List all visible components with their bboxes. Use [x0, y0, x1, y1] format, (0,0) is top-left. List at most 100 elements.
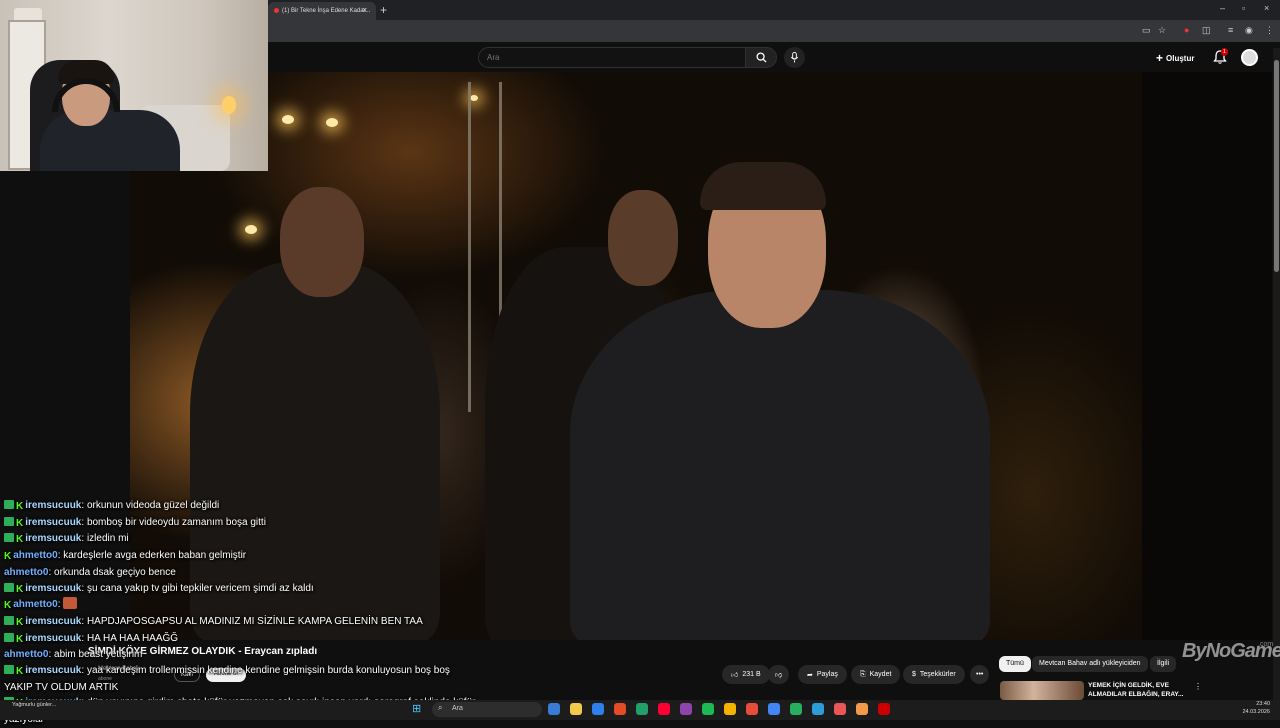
chat-username[interactable]: iremsucuuk: [25, 633, 81, 644]
taskbar-app-icon[interactable]: [592, 703, 604, 715]
recommended-video-title[interactable]: YEMEK İÇİN GELDİK, EVE ALMADILAR ELBAĞIN…: [1088, 681, 1184, 700]
chat-message: Kiremsucuuk: bomboş bir videoydu zamanım…: [4, 515, 484, 532]
video-side-area: [1142, 72, 1272, 640]
chat-text: orkunda dsak geçiyo bence: [54, 566, 176, 578]
voice-search-button[interactable]: [784, 47, 805, 68]
kick-badge-icon: K: [4, 551, 12, 563]
taskbar-app-icon[interactable]: [790, 703, 802, 715]
bookmark-star-icon[interactable]: ☆: [1158, 25, 1166, 36]
tab-close-button[interactable]: ×: [362, 5, 367, 15]
taskbar-app-icon[interactable]: [878, 703, 890, 715]
clock-time[interactable]: 23:40: [1240, 701, 1270, 707]
chat-message: ahmetto0: orkunda dsak geçiyo bence: [4, 565, 484, 581]
kick-badge-icon: K: [16, 666, 24, 678]
scrollbar-thumb[interactable]: [1274, 60, 1279, 272]
like-button[interactable]: 👍︎ 231 B: [722, 665, 770, 684]
taskbar-search-label: Ara: [452, 705, 463, 712]
extension-icon[interactable]: ●: [1184, 25, 1189, 35]
chat-message: Kiremsucuuk: şu cana yakıp tv gibi tepki…: [4, 581, 484, 598]
taskbar-app-icon[interactable]: [548, 703, 560, 715]
chat-text: HAPDJAPOSGAPSU AL MADINIZ MI SİZİNLE KAM…: [86, 615, 423, 627]
chat-text: kardeşlerle avga ederken baban gelmiştir: [63, 550, 247, 562]
street-light: [245, 225, 257, 234]
taskbar-app-icon[interactable]: [856, 703, 868, 715]
chat-username[interactable]: ahmetto0: [4, 649, 48, 660]
kick-badge-icon: K: [4, 600, 12, 612]
chat-message: Kahmetto0: kardeşlerle avga ederken baba…: [4, 548, 484, 565]
taskbar-app-icon[interactable]: [768, 703, 780, 715]
subscriber-badge-icon: [4, 500, 14, 509]
chat-username[interactable]: ahmetto0: [13, 550, 57, 561]
kebab-menu-icon[interactable]: ⋮: [1194, 682, 1202, 691]
taskbar-search[interactable]: Ara: [432, 702, 542, 717]
share-icon: ➦: [807, 671, 813, 679]
chip-all[interactable]: Tümü: [999, 656, 1031, 672]
taskbar-app-icon[interactable]: [658, 703, 670, 715]
dislike-button[interactable]: 👎︎: [768, 665, 790, 684]
chip-uploader[interactable]: Mevtcan Bahav adlı yükleyiciden: [1032, 656, 1148, 672]
maximize-button[interactable]: ▫: [1242, 3, 1245, 13]
street-light: [326, 118, 338, 127]
taskbar-app-icon[interactable]: [746, 703, 758, 715]
webcam-streamer-body: [40, 110, 180, 171]
share-button[interactable]: ➦ Paylaş: [798, 665, 847, 684]
super-thanks-icon: $: [912, 671, 916, 678]
bookmark-icon: ⎘: [860, 670, 866, 678]
browser-tab[interactable]: (1) Bir Tekne İnşa Edene Kadar...: [268, 2, 376, 20]
subscriber-badge-icon: [4, 533, 14, 543]
kick-badge-icon: K: [16, 583, 24, 595]
chat-username[interactable]: ahmetto0: [13, 599, 57, 610]
chat-message: Kiremsucuuk: orkunun videoda güzel değil…: [4, 498, 484, 515]
kick-badge-icon: K: [16, 633, 24, 645]
search-button[interactable]: [745, 47, 777, 68]
chat-username[interactable]: iremsucuuk: [25, 500, 81, 511]
windows-start-icon[interactable]: ⊞: [412, 702, 421, 715]
street-light: [282, 115, 294, 124]
account-avatar[interactable]: [1241, 49, 1258, 66]
close-window-button[interactable]: ×: [1264, 3, 1269, 13]
clock-date[interactable]: 24.03.2026: [1236, 709, 1270, 715]
taskbar-app-icon[interactable]: [724, 703, 736, 715]
chat-username[interactable]: iremsucuuk: [25, 517, 81, 528]
extensions-puzzle-icon[interactable]: ◫: [1202, 25, 1211, 36]
taskbar-app-icon[interactable]: [570, 703, 582, 715]
search-icon: ⌕: [438, 703, 443, 712]
browser-menu-icon[interactable]: ⋮: [1265, 25, 1274, 36]
save-button[interactable]: ⎘ Kaydet: [851, 665, 901, 684]
minimize-button[interactable]: –: [1220, 3, 1225, 13]
profile-icon[interactable]: ◉: [1245, 25, 1253, 36]
subscriber-badge-icon: [4, 632, 14, 642]
share-label: Paylaş: [816, 671, 838, 678]
cast-icon[interactable]: ▭: [1142, 25, 1151, 36]
taskbar-app-icon[interactable]: [834, 703, 846, 715]
kick-badge-icon: K: [16, 534, 24, 546]
chat-emote-icon: [63, 597, 78, 610]
chat-username[interactable]: iremsucuuk: [25, 533, 81, 544]
new-tab-button[interactable]: +: [380, 3, 387, 17]
taskbar-app-icon[interactable]: [812, 703, 824, 715]
thanks-button[interactable]: $ Teşekkürler: [903, 665, 965, 684]
webcam-lamp: [222, 96, 236, 114]
search-input[interactable]: [478, 47, 746, 68]
weather-widget[interactable]: Yağmurlu günler...: [12, 702, 56, 708]
taskbar-app-icon[interactable]: [680, 703, 692, 715]
chat-message: Kiremsucuuk: yaa kardeşim trollenmişsin …: [4, 663, 480, 695]
chat-message: Kiremsucuuk: HA HA HAA HAAĞĞ: [4, 631, 484, 648]
chip-related[interactable]: İlgili: [1150, 656, 1177, 672]
chat-username[interactable]: iremsucuuk: [25, 665, 81, 676]
taskbar-app-icon[interactable]: [614, 703, 626, 715]
chat-username[interactable]: ahmetto0: [4, 567, 48, 578]
kick-badge-icon: K: [16, 501, 24, 512]
chat-text: orkunun videoda güzel değildi: [86, 500, 220, 511]
chat-username[interactable]: iremsucuuk: [25, 583, 81, 594]
media-control-icon[interactable]: ≡: [1228, 25, 1233, 35]
create-button[interactable]: + Oluştur: [1156, 49, 1194, 67]
subscriber-badge-icon: [4, 582, 14, 592]
taskbar-app-icon[interactable]: [636, 703, 648, 715]
recommended-video-thumbnail[interactable]: [1000, 681, 1084, 700]
chat-username[interactable]: iremsucuuk: [25, 616, 81, 627]
chat-message: Kahmetto0:: [4, 597, 484, 614]
taskbar-app-icon[interactable]: [702, 703, 714, 715]
watermark-suffix: .com: [1258, 641, 1274, 648]
chat-text: izledin mi: [86, 533, 129, 545]
